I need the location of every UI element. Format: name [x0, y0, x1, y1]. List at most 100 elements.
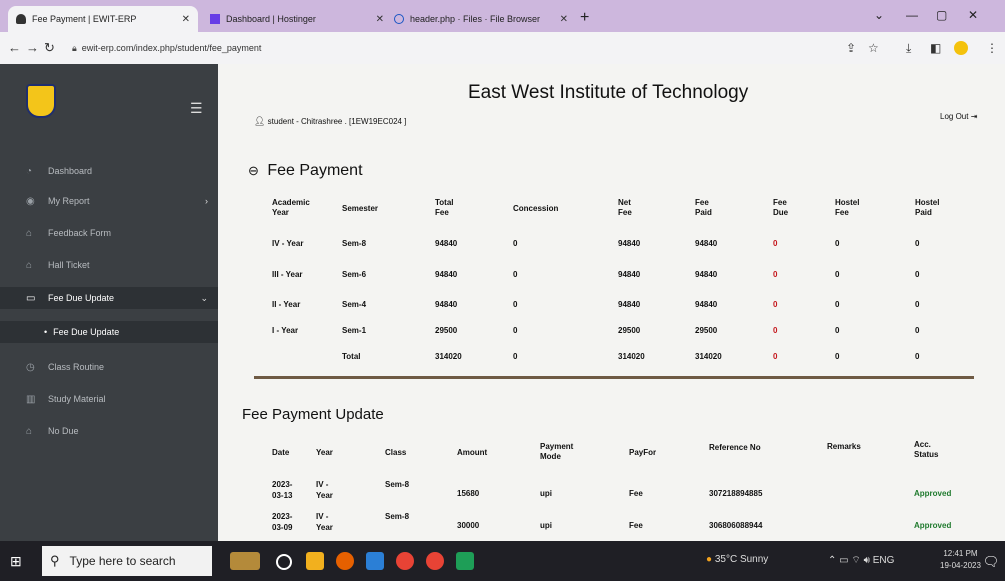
table-cell: 0	[915, 326, 920, 335]
table-cell: 94840	[435, 300, 458, 309]
minimize-button[interactable]: —	[906, 8, 918, 22]
table-cell: 0	[835, 326, 840, 335]
clock[interactable]: 12:41 PM 19-04-2023	[940, 548, 981, 572]
column-header: Remarks	[827, 442, 861, 451]
windows-start-icon[interactable]: ⊞	[10, 553, 22, 570]
vscode-icon[interactable]	[366, 552, 384, 570]
tab-fee-payment[interactable]: Fee Payment | EWIT-ERP ✕	[8, 6, 198, 32]
volume-icon: 🔊︎	[863, 555, 870, 566]
address-bar[interactable]: 🔒︎ ewit-erp.com/index.php/student/fee_pay…	[60, 38, 830, 58]
wifi-icon: ⌔	[851, 555, 861, 566]
book-icon: ▥	[26, 393, 36, 405]
table-cell: 29500	[435, 326, 458, 335]
table-cell: 2023-03-09	[272, 512, 293, 532]
table-cell: Sem-8	[342, 239, 367, 248]
system-tray[interactable]: ⌃ ▭ ⌔ 🔊︎ ENG	[828, 554, 894, 567]
logout-link[interactable]: Log Out ⇥	[940, 112, 977, 121]
sidebar-item-label: Feedback Form	[48, 228, 112, 238]
sidebar: ☰ ◔ Dashboard ◉ My Report › ⌂ Feedback F…	[0, 64, 218, 541]
table-cell: Total	[342, 352, 361, 361]
column-header: Net Fee	[618, 198, 632, 217]
close-window-button[interactable]: ✕	[968, 8, 978, 22]
feedback-icon: ⌂	[26, 227, 33, 239]
new-tab-button[interactable]: +	[580, 9, 589, 27]
date-label: 19-04-2023	[940, 561, 981, 570]
sheets-icon[interactable]	[456, 552, 474, 570]
table-cell: 94840	[618, 239, 641, 248]
column-header: Concession	[513, 204, 559, 213]
sidebar-item-class-routine[interactable]: ◷ Class Routine	[0, 356, 218, 378]
tab-hostinger[interactable]: Dashboard | Hostinger ✕	[202, 6, 392, 32]
column-header: Amount	[457, 448, 488, 457]
bookmark-star-icon[interactable]: ☆	[868, 41, 879, 55]
sidebar-item-hall-ticket[interactable]: ⌂ Hall Ticket	[0, 254, 218, 276]
table-cell: upi	[540, 521, 552, 530]
table-cell: IV - Year	[316, 512, 333, 532]
sidebar-item-label: Dashboard	[48, 166, 93, 176]
column-header: Hostel Paid	[915, 198, 940, 217]
table-cell: Sem-8	[385, 480, 410, 489]
tab-file-browser[interactable]: header.php · Files · File Browser ✕	[386, 6, 576, 32]
search-placeholder: Type here to search	[69, 554, 176, 568]
sidebar-item-dashboard[interactable]: ◔ Dashboard	[0, 160, 218, 182]
chrome-profile-icon[interactable]	[426, 552, 444, 570]
forward-arrow-icon[interactable]: →	[26, 40, 39, 55]
lock-icon: 🔒︎	[72, 43, 77, 53]
reload-icon[interactable]: ↻	[44, 40, 55, 56]
chrome-icon[interactable]	[396, 552, 414, 570]
sidebar-item-label: Class Routine	[48, 362, 105, 372]
bullet-icon: •	[44, 327, 48, 337]
profile-avatar-icon[interactable]	[954, 41, 968, 55]
firefox-icon[interactable]	[336, 552, 354, 570]
fee-payment-heading: ⊖ Fee Payment	[248, 162, 363, 180]
column-header: Year	[316, 448, 333, 457]
column-header: PayFor	[629, 448, 657, 457]
logout-icon: ⇥	[970, 112, 978, 121]
sidebar-item-label: No Due	[48, 426, 79, 436]
table-cell: Approved	[914, 489, 952, 498]
share-icon[interactable]: ⇪	[846, 41, 856, 55]
user-icon: 👤︎	[254, 116, 266, 126]
weather-widget[interactable]: ● 35°C Sunny	[706, 554, 768, 565]
sidebar-item-label: Fee Due Update	[53, 327, 120, 337]
close-icon[interactable]: ✕	[182, 14, 190, 25]
close-icon[interactable]: ✕	[376, 14, 384, 25]
table-cell: Sem-4	[342, 300, 367, 309]
file-explorer-icon[interactable]	[306, 552, 324, 570]
table-cell: 94840	[695, 300, 718, 309]
table-cell: 0	[835, 352, 840, 361]
download-icon[interactable]: ⤓	[906, 41, 911, 56]
sidebar-item-my-report[interactable]: ◉ My Report ›	[0, 190, 218, 212]
table-cell: II - Year	[272, 300, 301, 309]
maximize-button[interactable]: ▢	[936, 8, 947, 22]
sidebar-item-fee-due-update[interactable]: ▭ Fee Due Update ⌄	[0, 287, 218, 309]
back-arrow-icon[interactable]: ←	[8, 40, 21, 55]
table-cell: 15680	[457, 489, 480, 498]
main-content: East West Institute of Technology 👤︎ stu…	[218, 64, 1005, 541]
widget-image-icon[interactable]	[230, 552, 260, 570]
table-cell: 94840	[695, 270, 718, 279]
taskbar-search[interactable]: ⚲ Type here to search	[42, 546, 212, 576]
tab-search-chevron-icon[interactable]: ⌄	[874, 8, 884, 22]
table-cell: 0	[835, 270, 840, 279]
user-icon	[16, 14, 26, 24]
table-cell: 0	[835, 239, 840, 248]
notification-icon[interactable]: 🗨︎	[982, 553, 1000, 571]
sidepanel-icon[interactable]: ◧	[930, 41, 941, 55]
sidebar-subitem-fee-due-update[interactable]: • Fee Due Update	[0, 321, 218, 343]
table-cell: upi	[540, 489, 552, 498]
hamburger-menu-icon[interactable]: ☰	[190, 100, 203, 117]
sidebar-item-no-due[interactable]: ⌂ No Due	[0, 420, 218, 442]
sidebar-item-feedback-form[interactable]: ⌂ Feedback Form	[0, 222, 218, 244]
dashboard-icon: ◔	[26, 165, 33, 177]
clock-icon: ◷	[26, 361, 35, 373]
institute-logo	[26, 84, 56, 118]
sidebar-item-label: My Report	[48, 196, 90, 206]
weather-label: 35°C Sunny	[714, 554, 769, 565]
task-view-icon[interactable]	[276, 554, 292, 570]
sidebar-item-study-material[interactable]: ▥ Study Material	[0, 388, 218, 410]
table-cell: 29500	[618, 326, 641, 335]
close-icon[interactable]: ✕	[560, 14, 568, 25]
table-cell: 314020	[695, 352, 722, 361]
menu-dots-icon[interactable]: ⋮	[986, 41, 998, 55]
